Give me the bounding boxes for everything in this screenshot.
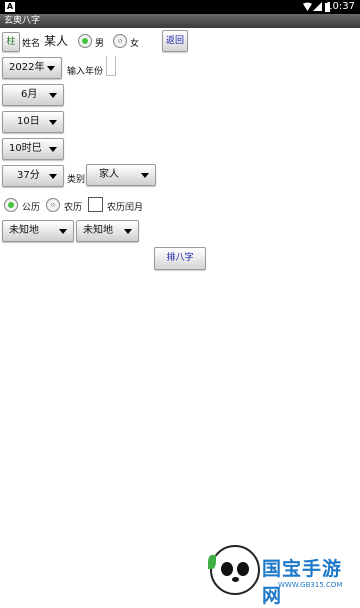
- place-select-2-value: 未知地: [83, 225, 113, 236]
- wifi-icon: [303, 2, 312, 14]
- year-select-value: 2022年: [9, 62, 45, 73]
- chevron-down-icon: [141, 173, 149, 178]
- day-select-value: 10日: [17, 116, 40, 127]
- day-select[interactable]: 10日: [2, 111, 64, 133]
- pillar-button[interactable]: 柱: [2, 32, 20, 52]
- chevron-down-icon: [47, 66, 55, 71]
- minute-select-value: 37分: [17, 170, 40, 181]
- signal-icon: [313, 2, 322, 14]
- calendar-lunar-label: 农历: [64, 203, 83, 213]
- back-button-label: 返回: [165, 36, 184, 46]
- place-select-1-value: 未知地: [9, 225, 39, 236]
- place-select-1[interactable]: 未知地: [2, 220, 74, 242]
- hour-select[interactable]: 10时巳: [2, 138, 64, 160]
- chevron-down-icon: [59, 229, 67, 234]
- category-select[interactable]: 家人: [86, 164, 156, 186]
- name-input[interactable]: 某人: [44, 32, 68, 49]
- category-select-value: 家人: [99, 169, 119, 180]
- month-select[interactable]: 6月: [2, 84, 64, 106]
- chevron-down-icon: [49, 147, 57, 152]
- month-select-value: 6月: [21, 89, 38, 100]
- chevron-down-icon: [49, 174, 57, 179]
- watermark-url: WWW.GB315.COM: [278, 581, 343, 589]
- chevron-down-icon: [49, 120, 57, 125]
- calendar-solar-radio[interactable]: [4, 198, 18, 212]
- year-input[interactable]: [106, 56, 116, 76]
- watermark: 国宝手游网 WWW.GB315.COM: [208, 545, 360, 607]
- gender-male-label: 男: [95, 39, 105, 49]
- minute-select[interactable]: 37分: [2, 165, 64, 187]
- status-bar: A 10:37: [0, 0, 360, 14]
- chevron-down-icon: [49, 93, 57, 98]
- calculate-bazi-button-label: 排八字: [166, 253, 194, 263]
- name-label: 姓名: [22, 39, 41, 49]
- year-input-label: 输入年份: [67, 67, 104, 77]
- chevron-down-icon: [124, 229, 132, 234]
- leap-month-checkbox[interactable]: [88, 197, 103, 212]
- hour-select-value: 10时巳: [9, 143, 42, 154]
- clock: 10:37: [326, 1, 355, 12]
- panda-logo-icon: [208, 545, 260, 595]
- place-select-2[interactable]: 未知地: [76, 220, 139, 242]
- category-label: 类别: [67, 175, 86, 185]
- back-button[interactable]: 返回: [162, 30, 188, 52]
- app-title: 玄奥八字: [4, 16, 41, 26]
- gender-male-radio[interactable]: [78, 34, 92, 48]
- year-select[interactable]: 2022年: [2, 57, 62, 79]
- app-title-bar: 玄奥八字: [0, 14, 360, 28]
- leap-month-label: 农历闰月: [107, 203, 144, 213]
- gender-female-label: 女: [130, 39, 140, 49]
- pillar-button-label: 柱: [6, 37, 16, 47]
- app-notification-icon: A: [5, 2, 15, 12]
- calculate-bazi-button[interactable]: 排八字: [154, 247, 206, 270]
- calendar-lunar-radio[interactable]: [46, 198, 60, 212]
- gender-female-radio[interactable]: [113, 34, 127, 48]
- calendar-solar-label: 公历: [22, 203, 41, 213]
